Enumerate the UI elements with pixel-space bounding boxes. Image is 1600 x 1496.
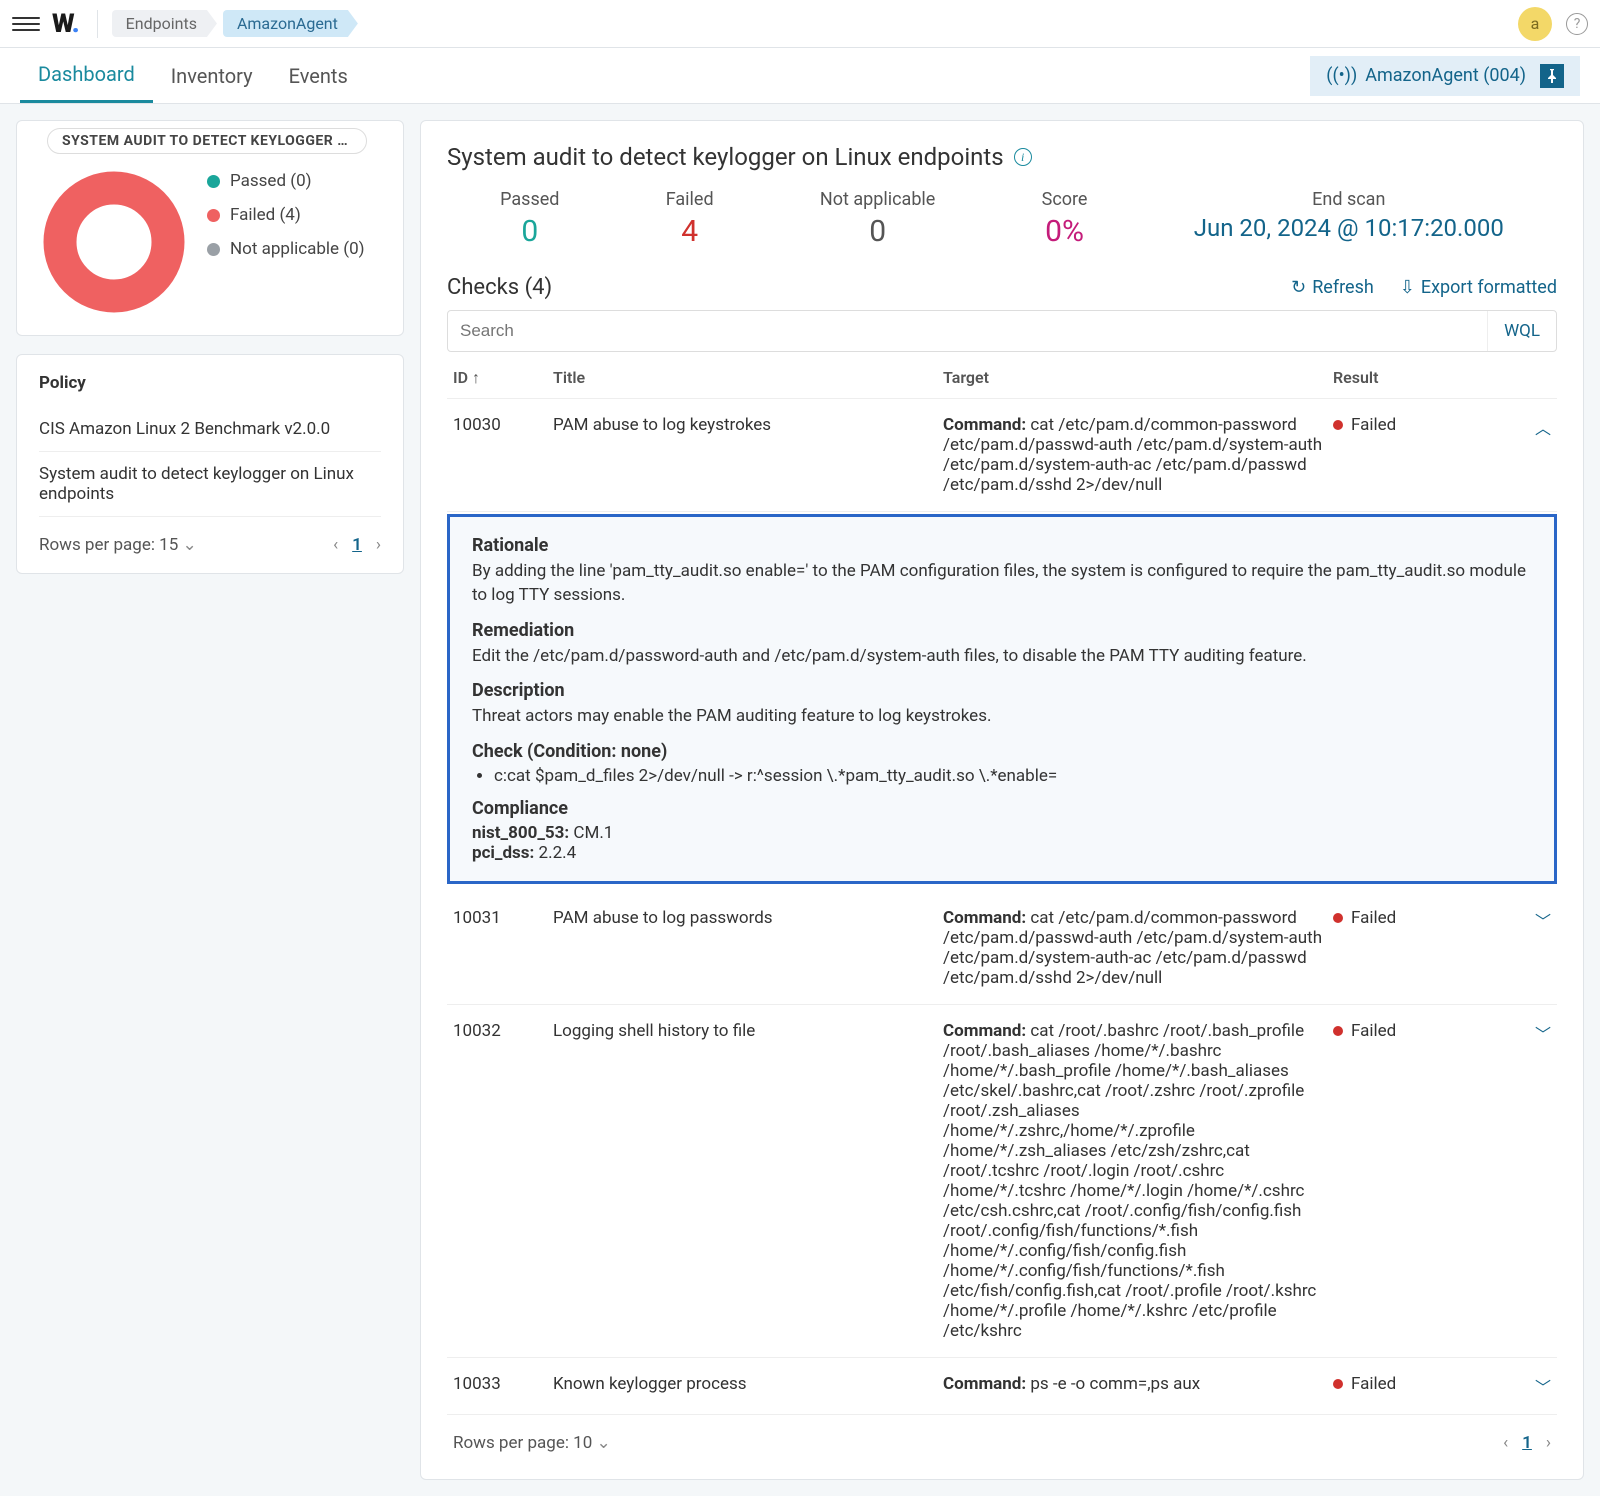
table-header: ID ↑ Title Target Result: [447, 358, 1557, 399]
next-page[interactable]: ›: [376, 535, 381, 555]
search-input[interactable]: [448, 311, 1487, 351]
legend: Passed (0) Failed (4) Not applicable (0): [207, 167, 365, 259]
metric-passed: Passed0: [500, 189, 559, 249]
menu-icon[interactable]: [12, 10, 40, 38]
main-panel: System audit to detect keylogger on Linu…: [420, 120, 1584, 1480]
wql-button[interactable]: WQL: [1487, 311, 1556, 351]
rows-per-page[interactable]: Rows per page: 10 ⌄: [453, 1433, 611, 1453]
rows-per-page[interactable]: Rows per page: 15 ⌄: [39, 535, 197, 555]
legend-na[interactable]: Not applicable (0): [207, 239, 365, 259]
dot-icon: [1333, 420, 1343, 430]
dot-icon: [1333, 1026, 1343, 1036]
metric-endscan: End scanJun 20, 2024 @ 10:17:20.000: [1194, 189, 1504, 249]
table-row[interactable]: 10033 Known keylogger process Command: p…: [447, 1358, 1557, 1415]
dot-icon: [207, 209, 220, 222]
page-title: System audit to detect keylogger on Linu…: [447, 143, 1557, 171]
col-result[interactable]: Result: [1333, 368, 1453, 388]
metric-failed: Failed4: [666, 189, 714, 249]
dot-icon: [1333, 1379, 1343, 1389]
breadcrumb-endpoints[interactable]: Endpoints: [112, 10, 217, 37]
tab-events[interactable]: Events: [271, 50, 366, 102]
checks-title: Checks (4): [447, 275, 552, 300]
legend-passed[interactable]: Passed (0): [207, 171, 365, 191]
agent-pill[interactable]: ((•)) AmazonAgent (004): [1310, 56, 1580, 96]
status-badge: Failed: [1333, 1021, 1453, 1041]
status-badge: Failed: [1333, 1374, 1453, 1394]
col-title[interactable]: Title: [553, 368, 943, 388]
table-row[interactable]: 10032 Logging shell history to file Comm…: [447, 1005, 1557, 1358]
metric-na: Not applicable0: [820, 189, 935, 249]
download-icon: ⇩: [1400, 277, 1415, 298]
status-badge: Failed: [1333, 415, 1453, 435]
policy-item[interactable]: CIS Amazon Linux 2 Benchmark v2.0.0: [39, 407, 381, 452]
breadcrumb-agent[interactable]: AmazonAgent: [223, 10, 358, 37]
metric-score: Score0%: [1042, 189, 1088, 249]
search-bar: WQL: [447, 310, 1557, 352]
chevron-up-icon[interactable]: ︿: [1535, 419, 1551, 438]
policy-card: Policy CIS Amazon Linux 2 Benchmark v2.0…: [16, 354, 404, 574]
chevron-down-icon[interactable]: ﹀: [1535, 912, 1551, 931]
next-page[interactable]: ›: [1546, 1433, 1551, 1453]
tab-dashboard[interactable]: Dashboard: [20, 48, 153, 103]
logo[interactable]: W.: [52, 9, 79, 39]
prev-page[interactable]: ‹: [1503, 1433, 1508, 1453]
col-id[interactable]: ID ↑: [453, 368, 553, 388]
chevron-down-icon[interactable]: ⌄: [183, 535, 197, 555]
donut-title: SYSTEM AUDIT TO DETECT KEYLOGGER ON L…: [47, 128, 367, 154]
table-pager: Rows per page: 10 ⌄ ‹ 1 ›: [447, 1429, 1557, 1457]
topbar: W. Endpoints AmazonAgent a ?: [0, 0, 1600, 48]
chevron-down-icon[interactable]: ﹀: [1535, 1378, 1551, 1397]
prev-page[interactable]: ‹: [333, 535, 338, 555]
chevron-down-icon[interactable]: ﹀: [1535, 1025, 1551, 1044]
dot-icon: [207, 175, 220, 188]
status-badge: Failed: [1333, 908, 1453, 928]
table-row[interactable]: 10030 PAM abuse to log keystrokes Comman…: [447, 399, 1557, 512]
row-detail: Rationale By adding the line 'pam_tty_au…: [447, 514, 1557, 884]
metrics-row: Passed0 Failed4 Not applicable0 Score0% …: [447, 189, 1557, 249]
avatar[interactable]: a: [1518, 7, 1552, 41]
refresh-button[interactable]: ↻Refresh: [1291, 277, 1374, 298]
tab-inventory[interactable]: Inventory: [153, 50, 271, 102]
policy-pager: Rows per page: 15 ⌄ ‹ 1 ›: [39, 535, 381, 555]
info-icon[interactable]: i: [1014, 148, 1032, 166]
pin-icon[interactable]: [1540, 64, 1564, 88]
agent-label: AmazonAgent (004): [1365, 65, 1526, 86]
table-row[interactable]: 10031 PAM abuse to log passwords Command…: [447, 892, 1557, 1005]
dot-icon: [207, 243, 220, 256]
policy-item[interactable]: System audit to detect keylogger on Linu…: [39, 452, 381, 517]
dot-icon: [1333, 913, 1343, 923]
donut-card: SYSTEM AUDIT TO DETECT KEYLOGGER ON L… P…: [16, 120, 404, 336]
refresh-icon: ↻: [1291, 277, 1306, 298]
tabs-bar: Dashboard Inventory Events ((•)) AmazonA…: [0, 48, 1600, 104]
divider: [97, 10, 98, 38]
page-number[interactable]: 1: [352, 535, 362, 555]
chevron-down-icon[interactable]: ⌄: [597, 1433, 611, 1453]
donut-chart: [39, 167, 189, 317]
help-icon[interactable]: ?: [1566, 13, 1588, 35]
policy-heading: Policy: [39, 373, 381, 393]
wifi-icon: ((•)): [1326, 65, 1357, 86]
legend-failed[interactable]: Failed (4): [207, 205, 365, 225]
export-button[interactable]: ⇩Export formatted: [1400, 277, 1557, 298]
col-target[interactable]: Target: [943, 368, 1333, 388]
page-number[interactable]: 1: [1522, 1433, 1532, 1453]
